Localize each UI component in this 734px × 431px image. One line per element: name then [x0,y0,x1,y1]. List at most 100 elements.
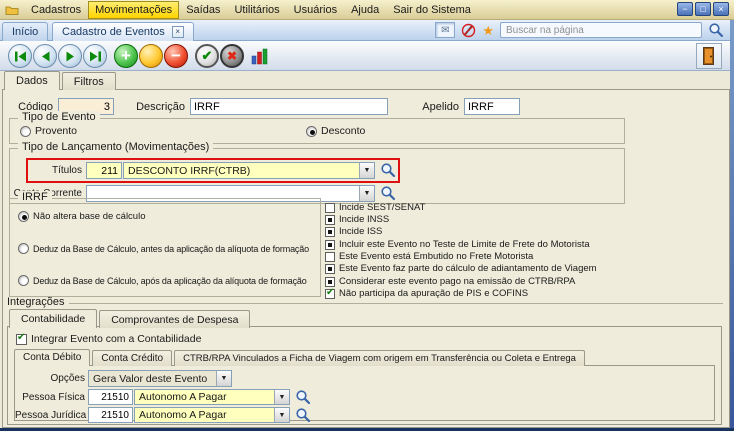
tab-close-icon[interactable]: × [172,26,184,38]
chevron-down-icon[interactable]: ▼ [274,408,289,422]
pessoa-juridica-value: Autonomo A Pagar [135,409,274,421]
menu-item-utilitarios[interactable]: Utilitários [227,1,286,19]
pessoa-juridica-code-field[interactable] [88,407,133,423]
irrf-groupbox: IRRF Não altera base de cálculo Deduz da… [9,198,321,297]
favorite-star-icon[interactable]: ★ [482,24,494,37]
search-icon[interactable] [708,22,724,38]
radio-provento[interactable]: Provento [20,125,77,137]
checkbox-box [325,277,335,287]
pessoa-fisica-combobox[interactable]: Autonomo A Pagar ▼ [134,389,290,405]
titulos-label: Títulos [30,165,82,176]
previous-record-button[interactable] [33,44,57,68]
chart-button[interactable] [248,44,272,68]
apelido-field[interactable] [464,98,520,115]
first-record-button[interactable] [8,44,32,68]
maximize-button[interactable]: □ [695,2,711,16]
checkbox-incluir-teste-limite-frete[interactable]: Incluir este Evento no Teste de Limite d… [325,239,590,250]
checkbox-incide-inss[interactable]: Incide INSS [325,214,389,225]
tab-conta-credito[interactable]: Conta Crédito [92,350,172,366]
tab-contabilidade[interactable]: Contabilidade [9,309,97,328]
exit-button[interactable] [696,43,722,69]
content-area: Dados Filtros Código Descrição Apelido T… [2,71,730,428]
app-icon [5,4,19,16]
menu-item-sair-do-sistema[interactable]: Sair do Sistema [386,1,478,19]
close-button[interactable]: × [713,2,729,16]
tab-toolbar: ✉ ★ [435,22,724,38]
chevron-down-icon[interactable]: ▼ [216,371,231,386]
titulos-code-field[interactable] [86,162,122,179]
minimize-button[interactable]: − [677,2,693,16]
conta-corrente-search-icon[interactable] [380,185,396,201]
checkbox-evento-pago-ctrb-rpa[interactable]: Considerar este evento pago na emissão d… [325,276,575,287]
menu-item-movimentacoes[interactable]: Movimentações [88,1,179,19]
no-edit-icon[interactable] [461,23,476,38]
pessoa-fisica-search-icon[interactable] [295,389,311,405]
next-record-button[interactable] [58,44,82,68]
plus-icon: + [121,46,131,66]
tab-conta-debito[interactable]: Conta Débito [14,349,90,366]
tab-ctrb-rpa-vinculados[interactable]: CTRB/RPA Vinculados a Ficha de Viagem co… [174,350,585,366]
menu-item-usuarios[interactable]: Usuários [287,1,344,19]
tab-ctrb-rpa-label: CTRB/RPA Vinculados a Ficha de Viagem co… [183,353,576,364]
radio-desconto[interactable]: Desconto [306,125,365,137]
checkbox-label: Incluir este Evento no Teste de Limite d… [339,239,590,250]
checkbox-integrar-evento-contabilidade[interactable]: Integrar Evento com a Contabilidade [16,333,201,345]
tipo-de-lancamento-legend: Tipo de Lançamento (Movimentações) [18,141,213,153]
next-record-icon [65,51,76,62]
confirm-button[interactable]: ✔ [195,44,219,68]
menu-item-ajuda[interactable]: Ajuda [344,1,386,19]
integracoes-section-header: Integrações [7,296,723,308]
chevron-down-icon[interactable]: ▼ [359,186,374,201]
last-record-button[interactable] [83,44,107,68]
first-record-icon [14,51,27,62]
descricao-field[interactable] [190,98,388,115]
search-input[interactable] [500,22,702,38]
chevron-down-icon[interactable]: ▼ [359,163,374,178]
checkbox-box [325,203,335,213]
radio-deduz-apos[interactable]: Deduz da Base de Cálculo, após da aplica… [18,275,307,286]
tab-dados[interactable]: Dados [4,71,60,90]
tab-filtros[interactable]: Filtros [62,72,116,90]
opcoes-combobox[interactable]: Gera Valor deste Evento ▼ [88,370,232,387]
tab-inicio[interactable]: Início [2,22,48,41]
minus-icon: − [171,46,181,66]
menu-item-saidas[interactable]: Saídas [179,1,227,19]
window-controls: − □ × [677,2,729,16]
application-window: Cadastros Movimentações Saídas Utilitári… [0,0,734,431]
menu-bar: Cadastros Movimentações Saídas Utilitári… [0,0,734,20]
radio-dot [18,243,29,254]
checkbox-box [325,227,335,237]
checkbox-calculo-adiantamento-viagem[interactable]: Este Evento faz parte do cálculo de adia… [325,263,597,274]
checkbox-label: Este Evento faz parte do cálculo de adia… [339,263,597,274]
pessoa-fisica-code-field[interactable] [88,389,133,405]
chevron-down-icon[interactable]: ▼ [274,390,289,404]
add-record-button[interactable]: + [114,44,138,68]
checkbox-incide-iss[interactable]: Incide ISS [325,226,382,237]
checkbox-incide-sest-senat[interactable]: Incide SEST/SENAT [325,202,425,213]
checkbox-label: Considerar este evento pago na emissão d… [339,276,575,287]
tab-cadastro-label: Cadastro de Eventos [62,26,165,38]
apelido-label: Apelido [415,101,459,113]
contabilidade-panel: Integrar Evento com a Contabilidade Cont… [7,326,722,425]
titulos-search-icon[interactable] [380,162,396,178]
tab-inicio-label: Início [12,26,38,38]
tab-cadastro-de-eventos[interactable]: Cadastro de Eventos × [52,22,194,41]
edit-record-button[interactable] [139,44,163,68]
integracoes-tabs: Contabilidade Comprovantes de Despesa [9,309,252,328]
pessoa-juridica-search-icon[interactable] [295,407,311,423]
menu-item-cadastros[interactable]: Cadastros [24,1,88,19]
checkbox-box [325,215,335,225]
titulos-combobox[interactable]: DESCONTO IRRF(CTRB) ▼ [123,162,375,179]
tab-comprovantes-de-despesa[interactable]: Comprovantes de Despesa [99,310,250,328]
checkbox-evento-embutido-frete[interactable]: Este Evento está Embutido no Frete Motor… [325,251,533,262]
pessoa-juridica-combobox[interactable]: Autonomo A Pagar ▼ [134,407,290,423]
envelope-icon[interactable]: ✉ [435,22,455,38]
conta-debito-panel: Opções Gera Valor deste Evento ▼ Pessoa … [14,365,715,421]
tab-comprovantes-label: Comprovantes de Despesa [111,314,238,326]
tab-conta-debito-label: Conta Débito [23,352,81,363]
radio-deduz-antes[interactable]: Deduz da Base de Cálculo, antes da aplic… [18,243,309,254]
delete-record-button[interactable]: − [164,44,188,68]
check-icon: ✔ [202,48,213,64]
cancel-button[interactable]: ✖ [220,44,244,68]
radio-nao-altera-base[interactable]: Não altera base de cálculo [18,211,146,222]
